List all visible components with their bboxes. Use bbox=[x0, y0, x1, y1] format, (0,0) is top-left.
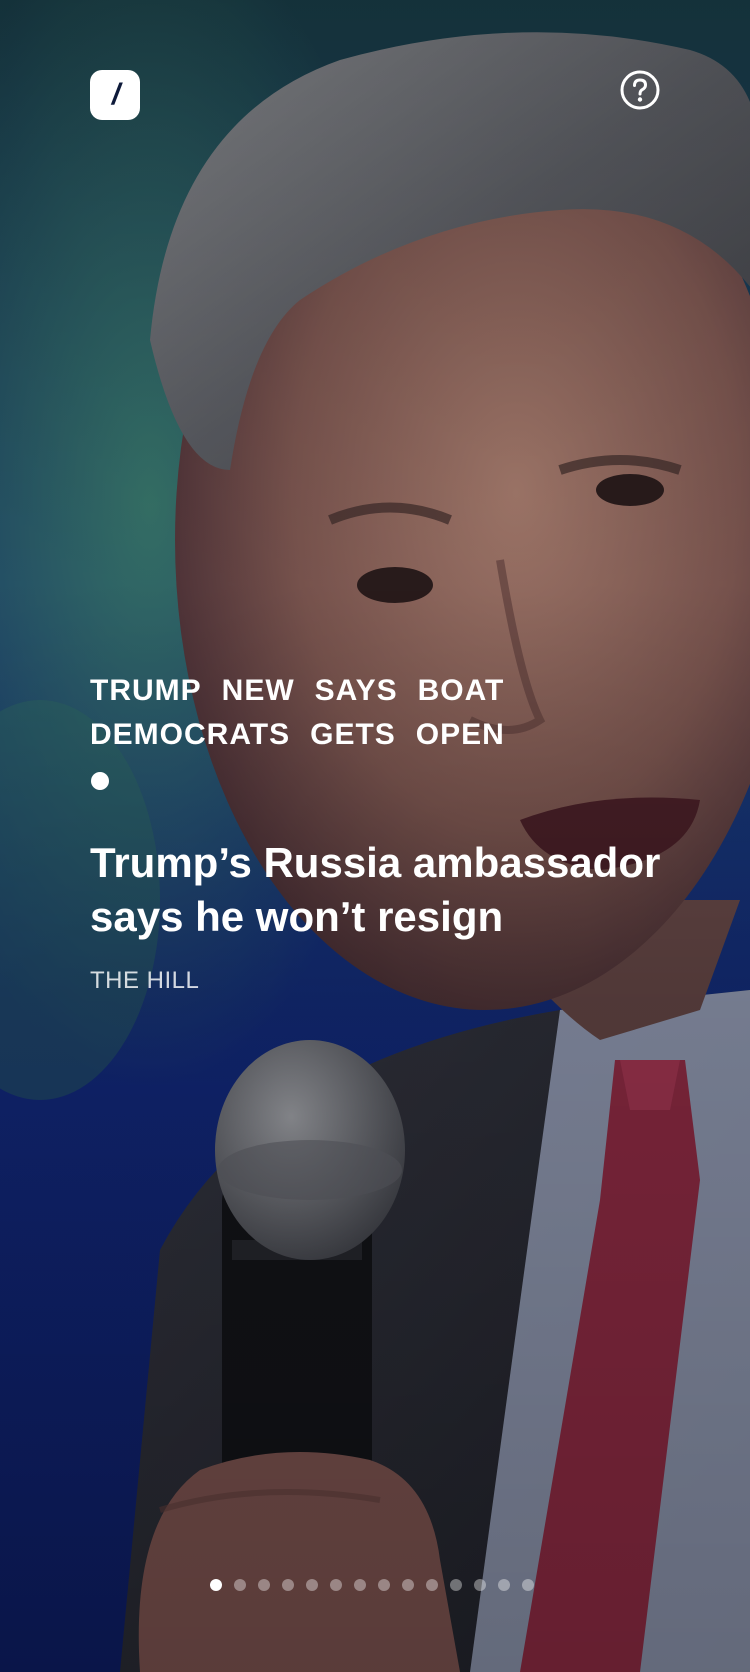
page-dot-10[interactable] bbox=[426, 1579, 438, 1591]
page-dot-12[interactable] bbox=[474, 1579, 486, 1591]
story-screen[interactable]: / TRUMP NEW SAYS BOAT DEMOCRATS GETS OPE… bbox=[0, 0, 750, 1672]
tag-indicator-dot bbox=[91, 772, 109, 790]
tag-democrats[interactable]: DEMOCRATS bbox=[90, 716, 290, 754]
page-dot-3[interactable] bbox=[258, 1579, 270, 1591]
tag-open[interactable]: OPEN bbox=[416, 716, 505, 754]
page-dot-8[interactable] bbox=[378, 1579, 390, 1591]
help-question-icon[interactable] bbox=[619, 69, 661, 111]
slash-logo-icon: / bbox=[111, 78, 121, 111]
page-dot-5[interactable] bbox=[306, 1579, 318, 1591]
page-dot-9[interactable] bbox=[402, 1579, 414, 1591]
page-dot-1[interactable] bbox=[210, 1579, 222, 1591]
story-headline[interactable]: Trump’s Russia ambassador says he won’t … bbox=[90, 836, 730, 944]
page-dot-13[interactable] bbox=[498, 1579, 510, 1591]
page-dot-4[interactable] bbox=[282, 1579, 294, 1591]
tag-trump[interactable]: TRUMP bbox=[90, 672, 202, 710]
page-dot-6[interactable] bbox=[330, 1579, 342, 1591]
story-source[interactable]: THE HILL bbox=[90, 966, 199, 996]
topic-tags: TRUMP NEW SAYS BOAT DEMOCRATS GETS OPEN bbox=[90, 672, 560, 754]
tag-says[interactable]: SAYS bbox=[315, 672, 398, 710]
page-dot-7[interactable] bbox=[354, 1579, 366, 1591]
app-logo-button[interactable]: / bbox=[90, 70, 140, 120]
page-dot-14[interactable] bbox=[522, 1579, 534, 1591]
tag-new[interactable]: NEW bbox=[222, 672, 295, 710]
page-dot-2[interactable] bbox=[234, 1579, 246, 1591]
tag-gets[interactable]: GETS bbox=[310, 716, 396, 754]
tag-boat[interactable]: BOAT bbox=[418, 672, 505, 710]
page-dot-11[interactable] bbox=[450, 1579, 462, 1591]
page-indicator bbox=[210, 1579, 534, 1591]
